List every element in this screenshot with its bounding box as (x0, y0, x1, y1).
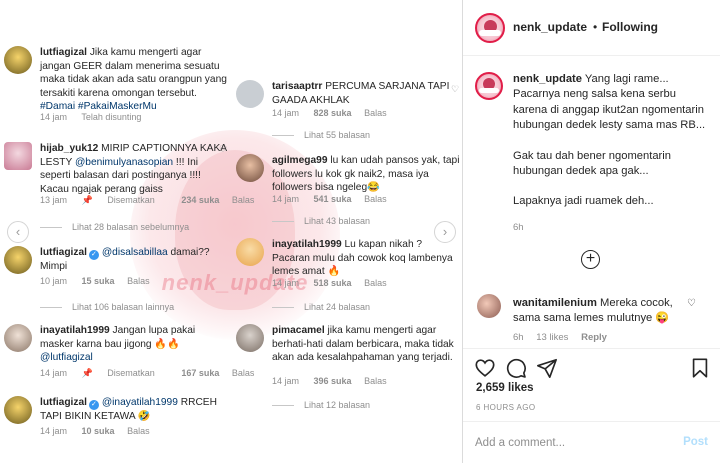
avatar (4, 142, 32, 170)
comment-meta: 14 jam 518 suka Balas (272, 278, 387, 288)
comment-username[interactable]: lutfiagizal (40, 247, 87, 258)
comment-text: agilmega99 lu kan udah pansos yak, tapi … (272, 155, 460, 194)
comment-username[interactable]: pimacamel (272, 325, 325, 336)
comment-composer: Post (463, 421, 720, 463)
reply-button[interactable]: Balas (364, 376, 387, 386)
comment-text: tarisaaptrr PERCUMA SARJANA TAPI GAADA A… (272, 81, 450, 106)
avatar[interactable] (477, 294, 501, 318)
comment-username[interactable]: inayatilah1999 (40, 325, 110, 336)
view-replies-link[interactable]: Lihat 106 balasan lainnya (40, 302, 174, 312)
comment-text: inayatilah1999 Lu kapan nikah ? Pacaran … (272, 239, 453, 278)
comment-meta: 14 jam 📌 Disematkan 167 suka Balas (40, 368, 255, 378)
mention-link[interactable]: @disalsabillaa (102, 247, 168, 258)
comment-meta: 10 jam 15 suka Balas (40, 276, 150, 286)
carousel-prev-icon[interactable]: ‹ (7, 221, 29, 243)
avatar (236, 238, 264, 266)
comment-username[interactable]: hijab_yuk12 (40, 143, 98, 154)
like-comment-icon[interactable]: ♡ (687, 298, 696, 309)
reply-button[interactable]: Balas (364, 278, 387, 288)
reply-button[interactable]: Balas (127, 426, 150, 436)
avatar (4, 324, 32, 352)
share-icon[interactable] (536, 357, 558, 379)
avatar (4, 46, 32, 74)
profile-avatar[interactable] (475, 13, 505, 43)
post-timestamp: 6 HOURS AGO (476, 403, 536, 412)
caption-avatar[interactable] (475, 72, 503, 100)
pin-icon: 📌 (81, 195, 93, 205)
like-comment-icon[interactable]: ♡ (451, 84, 460, 94)
avatar (236, 80, 264, 108)
comment-meta: 13 jam 📌 Disematkan 234 suka Balas (40, 195, 255, 205)
separator-dot: • (593, 20, 598, 34)
post-actions: 2,659 likes 6 HOURS AGO Post (463, 348, 720, 463)
bookmark-icon[interactable] (689, 357, 711, 379)
avatar (236, 154, 264, 182)
comment-meta: 14 jam 10 suka Balas (40, 426, 150, 436)
pin-icon: 📌 (81, 368, 93, 378)
comment-username[interactable]: lutfiagizal (40, 397, 87, 408)
carousel-next-icon[interactable]: › (434, 221, 456, 243)
reply-button[interactable]: Balas (364, 194, 387, 204)
view-replies-link[interactable]: Lihat 55 balasan (272, 130, 370, 140)
post-media: nenk_update lutfiagizal Jika kamu menger… (0, 0, 463, 463)
avatar (4, 246, 32, 274)
comment-meta: 14 jam 828 suka Balas (272, 108, 387, 118)
load-more-comments-icon[interactable]: + (581, 250, 600, 269)
comment-input[interactable] (475, 434, 665, 452)
verified-badge-icon: ✓ (88, 250, 99, 260)
comment-icon[interactable] (505, 357, 527, 379)
comment-username[interactable]: lutfiagizal (40, 47, 87, 58)
comment-likes[interactable]: 13 likes (536, 332, 568, 343)
avatar (236, 324, 264, 352)
comment-text: lutfiagizal ✓ @inayatilah1999 RRCEH TAPI … (40, 397, 217, 422)
mention-link[interactable]: @benimulyanasopian (75, 157, 173, 168)
post-caption: nenk_update Yang lagi rame... Pacarnya n… (513, 73, 706, 208)
comment-username[interactable]: inayatilah1999 (272, 239, 342, 250)
post-button[interactable]: Post (683, 436, 708, 448)
reply-button[interactable]: Balas (232, 368, 255, 378)
verified-badge-icon: ✓ (88, 400, 99, 410)
mention-link[interactable]: @inayatilah1999 (102, 397, 178, 408)
comment-username[interactable]: agilmega99 (272, 155, 328, 166)
comment-meta: 14 jam 396 suka Balas (272, 376, 387, 386)
comment-meta: 14 jam 541 suka Balas (272, 194, 387, 204)
view-replies-link[interactable]: Lihat 24 balasan (272, 302, 370, 312)
reply-button[interactable]: Balas (127, 276, 150, 286)
comment-text: lutfiagizal Jika kamu mengerti agar jang… (40, 47, 227, 113)
comment-username[interactable]: wanitamilenium (513, 297, 597, 309)
comment-username[interactable]: tarisaaptrr (272, 81, 322, 92)
comment-text: pimacamel jika kamu mengerti agar berhat… (272, 325, 454, 364)
comment-text: hijab_yuk12 MIRIP CAPTIONNYA KAKA LESTY … (40, 143, 227, 195)
caption-timestamp: 6h (513, 222, 524, 233)
mention-link[interactable]: @lutfiagizal (40, 352, 93, 363)
header-username[interactable]: nenk_update (513, 20, 587, 34)
post-header: nenk_update • Following (463, 0, 720, 56)
comment-meta: 14 jam Telah disunting (40, 112, 142, 122)
view-replies-link[interactable]: Lihat 43 balasan (272, 216, 370, 226)
comment-meta: 6h 13 likes Reply (513, 332, 607, 343)
comment-text: inayatilah1999 Jangan lupa pakai masker … (40, 325, 196, 364)
avatar (4, 396, 32, 424)
view-replies-link[interactable]: Lihat 12 balasan (272, 400, 370, 410)
comment-text: wanitamilenium Mereka cocok, sama sama l… (513, 297, 673, 324)
view-replies-link[interactable]: Lihat 28 balasan sebelumnya (40, 222, 189, 232)
comment-text: lutfiagizal ✓ @disalsabillaa damai?? Mimp… (40, 247, 210, 272)
reply-button[interactable]: Reply (581, 332, 607, 343)
heart-icon[interactable] (474, 357, 496, 379)
post-side-panel: nenk_update • Following nenk_update Yang… (463, 0, 720, 463)
like-comment-icon[interactable]: ♡ (219, 144, 228, 154)
like-count[interactable]: 2,659 likes (476, 382, 534, 394)
hashtags[interactable]: #Damai #PakaiMaskerMu (40, 101, 157, 112)
caption-username[interactable]: nenk_update (513, 73, 582, 85)
following-button[interactable]: Following (602, 20, 658, 34)
reply-button[interactable]: Balas (232, 195, 255, 205)
reply-button[interactable]: Balas (364, 108, 387, 118)
